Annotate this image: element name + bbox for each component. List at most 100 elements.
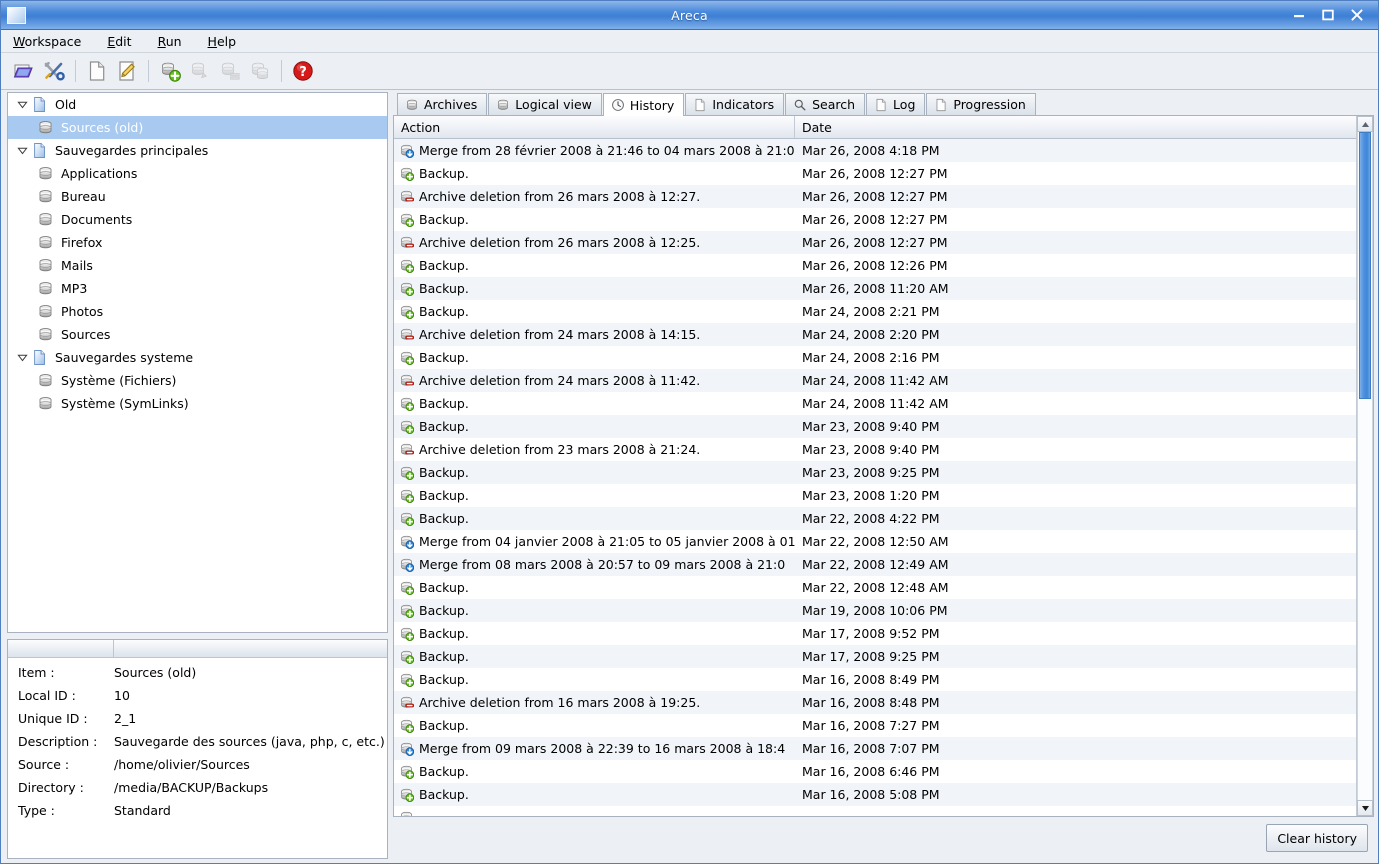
details-panel: Item : Sources (old) Local ID : 10 Unique ID…: [7, 639, 388, 859]
table-row[interactable]: Backup. Mar 26, 2008 12:27 PM: [394, 208, 1356, 231]
tab-strip[interactable]: Archives Logical view History Indicators Sea…: [393, 92, 1374, 116]
tree-node-sauvegardes-systeme[interactable]: Sauvegardes systeme: [8, 346, 387, 369]
cell-action: Archive deletion from 26 mars 2008 à 12:…: [394, 235, 795, 250]
table-row[interactable]: Archive deletion from 26 mars 2008 à 12:…: [394, 185, 1356, 208]
table-row[interactable]: Archive deletion from 23 mars 2008 à 21:…: [394, 438, 1356, 461]
tree-node-label: MP3: [61, 281, 88, 296]
column-header-action[interactable]: Action: [394, 116, 795, 138]
maximize-button[interactable]: [1320, 7, 1336, 23]
table-row[interactable]: Merge from 09 mars 2008 à 22:39 to 16 ma…: [394, 737, 1356, 760]
expand-triangle-icon[interactable]: [17, 352, 28, 363]
tree-node-photos[interactable]: Photos: [8, 300, 387, 323]
preferences-tools-icon[interactable]: [39, 56, 69, 86]
tree-node-sources-old[interactable]: Sources (old): [8, 116, 387, 139]
table-row[interactable]: Backup. Mar 16, 2008 7:27 PM: [394, 714, 1356, 737]
minimize-button[interactable]: [1291, 7, 1307, 23]
table-row[interactable]: Archive deletion from 24 mars 2008 à 11:…: [394, 369, 1356, 392]
close-button[interactable]: [1349, 7, 1365, 23]
backup-icon: [401, 397, 414, 411]
backup-icon: [401, 259, 414, 273]
tab-search[interactable]: Search: [785, 93, 866, 115]
open-workspace-icon[interactable]: [9, 56, 39, 86]
cell-action: Archive deletion from 24 mars 2008 à 14:…: [394, 327, 795, 342]
tree-node-label: Sauvegardes systeme: [55, 350, 194, 365]
cell-date: Mar 16, 2008 6:46 PM: [802, 764, 940, 779]
table-row[interactable]: Backup. Mar 23, 2008 9:25 PM: [394, 461, 1356, 484]
menu-help[interactable]: Help: [206, 33, 239, 50]
cell-action: Backup.: [394, 488, 795, 503]
table-row[interactable]: Backup. Mar 16, 2008 8:49 PM: [394, 668, 1356, 691]
expand-triangle-icon[interactable]: [17, 99, 28, 110]
menu-run[interactable]: Run: [156, 33, 184, 50]
new-target-icon[interactable]: [155, 56, 185, 86]
details-header-key-col: [8, 640, 114, 657]
tab-progression[interactable]: Progression: [926, 93, 1036, 115]
table-row[interactable]: Backup. Mar 22, 2008 12:48 AM: [394, 576, 1356, 599]
tree-expander[interactable]: [14, 142, 31, 159]
cell-date: Mar 24, 2008 2:16 PM: [802, 350, 940, 365]
tree-node-mails[interactable]: Mails: [8, 254, 387, 277]
table-row[interactable]: Merge from 08 mars 2008 à 20:57 to 09 ma…: [394, 553, 1356, 576]
tree-node-bureau[interactable]: Bureau: [8, 185, 387, 208]
expand-triangle-icon[interactable]: [17, 145, 28, 156]
tree-node-firefox[interactable]: Firefox: [8, 231, 387, 254]
table-row[interactable]: Merge from 28 février 2008 à 21:46 to 04…: [394, 139, 1356, 162]
clear-history-button[interactable]: Clear history: [1266, 824, 1368, 852]
detail-row: Source : /home/olivier/Sources: [8, 753, 387, 776]
scrollbar-thumb[interactable]: [1359, 132, 1371, 400]
table-row[interactable]: Backup. Mar 22, 2008 4:22 PM: [394, 507, 1356, 530]
tree-expander[interactable]: [14, 96, 31, 113]
table-row[interactable]: Backup. Mar 16, 2008 6:46 PM: [394, 760, 1356, 783]
table-row[interactable]: Backup. Mar 26, 2008 12:26 PM: [394, 254, 1356, 277]
table-row[interactable]: Backup. Mar 17, 2008 9:52 PM: [394, 622, 1356, 645]
table-row[interactable]: Backup. Mar 26, 2008 12:27 PM: [394, 162, 1356, 185]
table-row[interactable]: Backup. Mar 16, 2008 5:08 PM: [394, 783, 1356, 806]
table-row[interactable]: Backup. Mar 19, 2008 10:06 PM: [394, 599, 1356, 622]
table-row[interactable]: Backup. Mar 24, 2008 2:21 PM: [394, 300, 1356, 323]
tree-node-old[interactable]: Old: [8, 93, 387, 116]
tree-node-applications[interactable]: Applications: [8, 162, 387, 185]
tree-expander[interactable]: [14, 349, 31, 366]
tab-log[interactable]: Log: [866, 93, 926, 115]
cell-date: Mar 19, 2008 10:06 PM: [802, 603, 948, 618]
edit-group-icon[interactable]: [112, 56, 142, 86]
action-text: Backup.: [419, 304, 469, 319]
table-row[interactable]: Archive deletion from 26 mars 2008 à 12:…: [394, 231, 1356, 254]
tab-archives[interactable]: Archives: [397, 93, 488, 115]
scroll-down-button[interactable]: [1357, 800, 1373, 816]
menu-edit[interactable]: Edit: [105, 33, 133, 50]
menu-workspace[interactable]: Workspace: [11, 33, 83, 50]
backup-icon: [401, 788, 414, 802]
table-row[interactable]: Backup. Mar 23, 2008 1:20 PM: [394, 484, 1356, 507]
vertical-scrollbar[interactable]: [1356, 116, 1373, 816]
tree-node-documents[interactable]: Documents: [8, 208, 387, 231]
table-row[interactable]: Backup. Mar 23, 2008 9:40 PM: [394, 415, 1356, 438]
tree-node-syst-me-fichiers[interactable]: Système (Fichiers): [8, 369, 387, 392]
tree-node-syst-me-symlinks[interactable]: Système (SymLinks): [8, 392, 387, 415]
cell-date: Mar 24, 2008 11:42 AM: [802, 373, 949, 388]
tree-node-sources[interactable]: Sources: [8, 323, 387, 346]
target-tree[interactable]: Old Sources (old) Sauvegardes principales A…: [7, 92, 388, 633]
tree-node-mp3[interactable]: MP3: [8, 277, 387, 300]
tree-node-label: Photos: [61, 304, 104, 319]
table-row[interactable]: [394, 806, 1356, 816]
table-row[interactable]: Backup. Mar 24, 2008 11:42 AM: [394, 392, 1356, 415]
cell-date: Mar 17, 2008 9:25 PM: [802, 649, 940, 664]
tab-indicators[interactable]: Indicators: [685, 93, 785, 115]
tab-history[interactable]: History: [602, 93, 685, 116]
new-group-icon[interactable]: [82, 56, 112, 86]
help-icon[interactable]: ?: [288, 56, 318, 86]
cell-date: Mar 26, 2008 11:20 AM: [802, 281, 949, 296]
tab-logical-view[interactable]: Logical view: [488, 93, 602, 115]
table-row[interactable]: Backup. Mar 26, 2008 11:20 AM: [394, 277, 1356, 300]
table-row[interactable]: Archive deletion from 24 mars 2008 à 14:…: [394, 323, 1356, 346]
scroll-up-button[interactable]: [1357, 116, 1373, 132]
table-row[interactable]: Merge from 04 janvier 2008 à 21:05 to 05…: [394, 530, 1356, 553]
table-row[interactable]: Archive deletion from 16 mars 2008 à 19:…: [394, 691, 1356, 714]
table-row[interactable]: Backup. Mar 24, 2008 2:16 PM: [394, 346, 1356, 369]
table-row[interactable]: Backup. Mar 17, 2008 9:25 PM: [394, 645, 1356, 668]
column-header-date[interactable]: Date: [795, 116, 1356, 138]
tree-node-sauvegardes-principales[interactable]: Sauvegardes principales: [8, 139, 387, 162]
scrollbar-track[interactable]: [1357, 132, 1373, 800]
backup-icon: [401, 305, 414, 319]
